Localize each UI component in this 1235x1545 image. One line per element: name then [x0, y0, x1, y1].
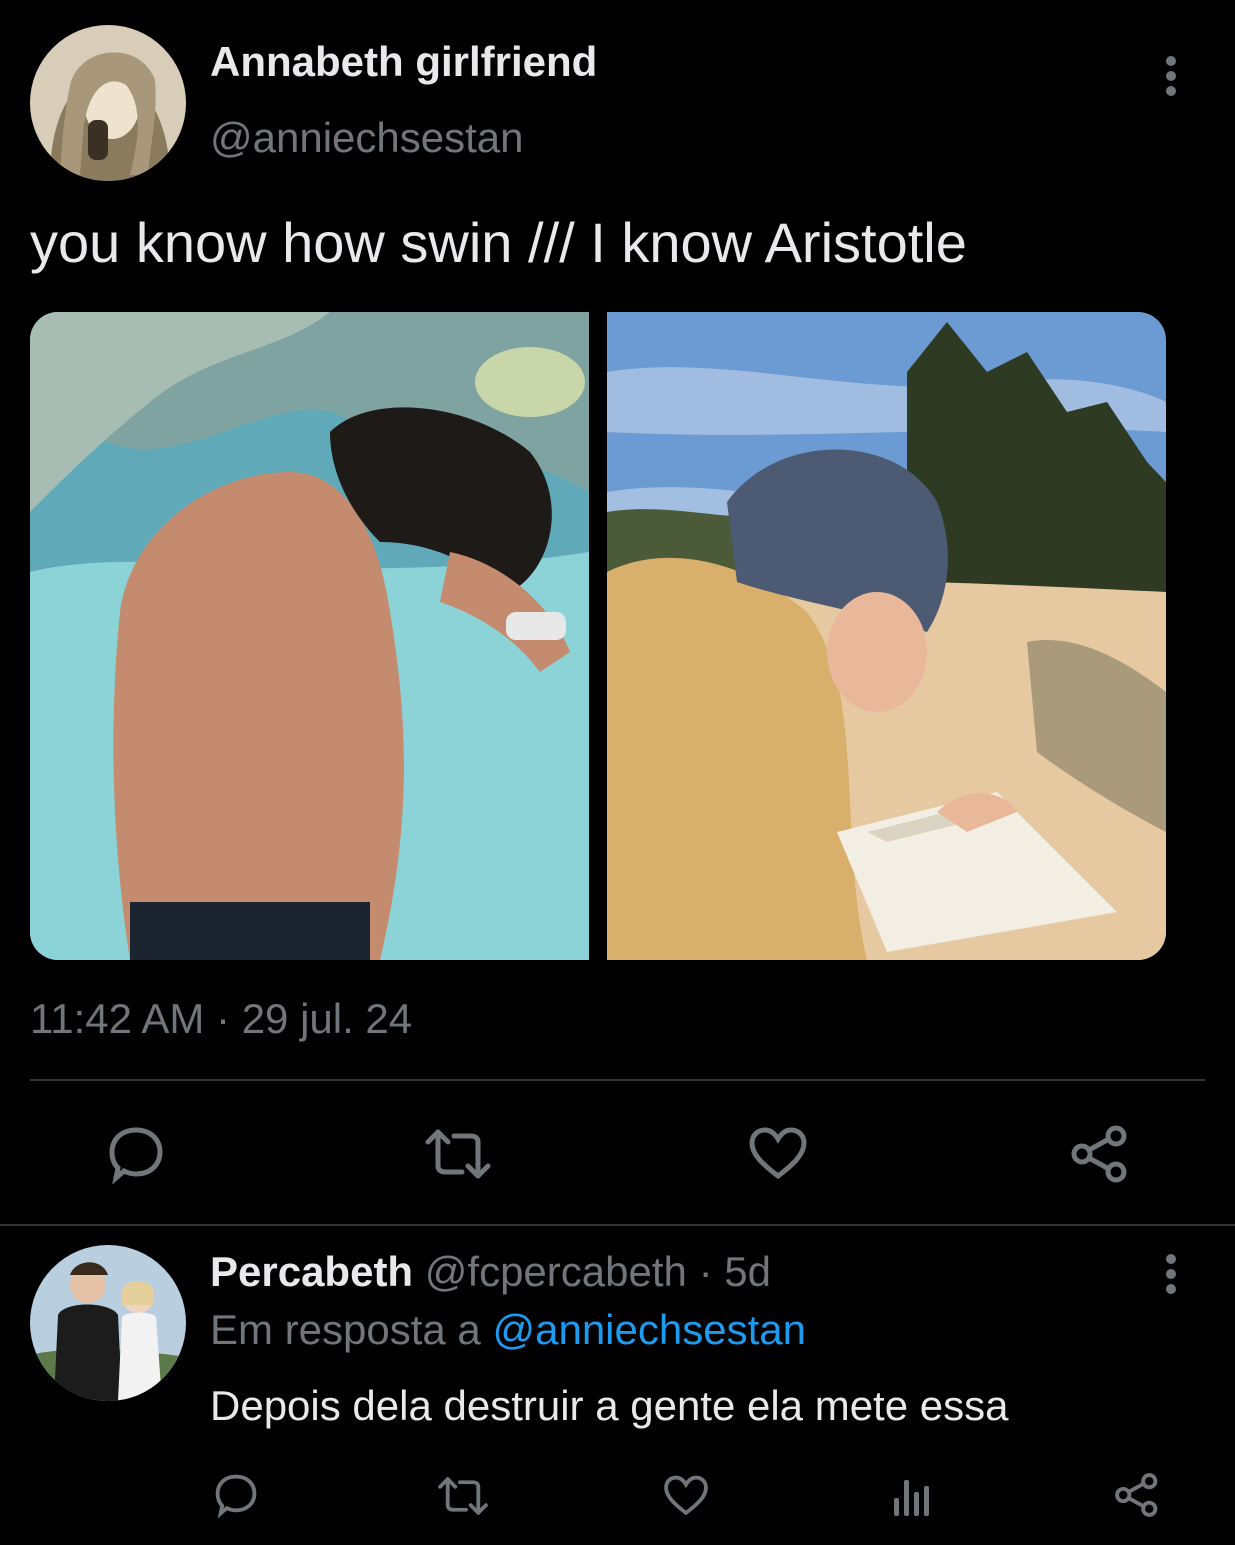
heart-icon[interactable] — [663, 1474, 709, 1518]
replying-to-link[interactable]: @anniechsestan — [492, 1306, 806, 1353]
more-vertical-icon[interactable] — [1158, 1253, 1184, 1297]
tweet-timestamp[interactable]: 11:42 AM · 29 jul. 24 — [30, 995, 412, 1043]
divider — [30, 1079, 1205, 1081]
reply-author-avatar[interactable] — [30, 1245, 186, 1401]
heart-icon[interactable] — [748, 1126, 808, 1182]
reply-icon[interactable] — [106, 1124, 166, 1184]
tweet-time: 11:42 AM — [30, 995, 205, 1042]
retweet-icon[interactable] — [437, 1474, 489, 1518]
divider — [0, 1224, 1235, 1226]
share-icon[interactable] — [1070, 1124, 1130, 1184]
tweet-date: 29 jul. 24 — [241, 995, 413, 1042]
reply-header: Percabeth @fcpercabeth · 5d — [210, 1248, 771, 1296]
retweet-icon[interactable] — [424, 1126, 492, 1182]
tweet-text: you know how swin /// I know Aristotle — [30, 211, 967, 274]
replying-prefix: Em resposta a — [210, 1306, 481, 1353]
photo-beach-reading[interactable] — [607, 312, 1166, 960]
share-icon[interactable] — [1114, 1472, 1160, 1518]
photo-pool-swimmer[interactable] — [30, 312, 589, 960]
replying-to-line: Em resposta a @anniechsestan — [210, 1306, 806, 1354]
reply-age[interactable]: 5d — [724, 1248, 771, 1295]
separator-dot: · — [698, 1248, 713, 1295]
author-avatar[interactable] — [30, 25, 186, 181]
author-display-name[interactable]: Annabeth girlfriend — [210, 38, 597, 86]
reply-icon[interactable] — [213, 1472, 259, 1518]
more-vertical-icon[interactable] — [1158, 55, 1184, 99]
reply-handle[interactable]: @fcpercabeth — [425, 1248, 687, 1295]
author-handle[interactable]: @anniechsestan — [210, 114, 524, 162]
reply-text: Depois dela destruir a gente ela mete es… — [210, 1382, 1009, 1429]
separator-dot: · — [216, 995, 231, 1042]
reply-display-name[interactable]: Percabeth — [210, 1248, 413, 1295]
bar-chart-icon[interactable] — [888, 1474, 934, 1518]
